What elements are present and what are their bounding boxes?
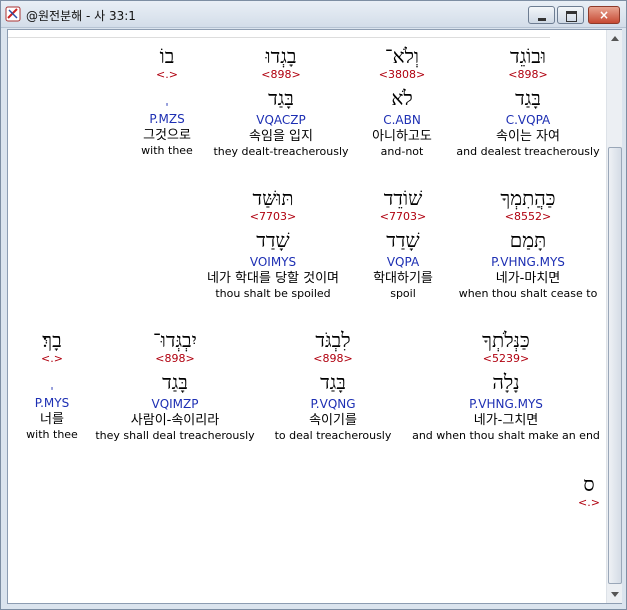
title-bar[interactable]: @원전분해 - 사 33:1 × xyxy=(1,1,626,28)
morphology-code: P.VHNG.MYS xyxy=(491,255,565,269)
korean-gloss: 아니하고도 xyxy=(372,129,432,144)
top-divider xyxy=(8,30,606,38)
strong-number[interactable]: <898> xyxy=(268,352,398,366)
korean-gloss: 속이는 자여 xyxy=(496,129,560,144)
scroll-up-icon[interactable] xyxy=(607,31,623,47)
word-cell[interactable]: וּבוֹגֵד <898> בָּגַד C.VQPA 속이는 자여 and … xyxy=(446,44,610,159)
hebrew-word: כַּנְּלֹתְךָ xyxy=(482,328,530,352)
hebrew-word: וְלֹא־ xyxy=(384,44,420,68)
close-button[interactable]: × xyxy=(588,6,620,24)
english-gloss: to deal treacherously xyxy=(274,429,392,442)
word-cell[interactable]: וְלֹא־ <3808> לֹא C.ABN 아니하고도 and-not xyxy=(342,44,462,159)
morphology-code: C.ABN xyxy=(383,113,421,127)
strong-number[interactable]: <898> xyxy=(446,68,610,82)
lemma: שָׁדַד xyxy=(386,228,420,252)
hebrew-word: וּבוֹגֵד xyxy=(509,44,547,68)
lemma: בָּגַד xyxy=(268,86,294,110)
morphology-code: P.VHNG.MYS xyxy=(469,397,543,411)
morphology-code: P.VQNG xyxy=(310,397,356,411)
strong-number[interactable]: <7703> xyxy=(348,210,458,224)
app-icon xyxy=(5,6,21,22)
app-window: @원전분해 - 사 33:1 × וּבוֹגֵד <898> בָּגַד C… xyxy=(0,0,627,610)
english-gloss: spoil xyxy=(390,287,416,300)
hebrew-word: כַּהֲתִמְךָ xyxy=(500,186,556,210)
morphology-code: C.VQPA xyxy=(505,113,551,127)
english-gloss: and dealest treacherously xyxy=(456,145,600,158)
close-icon: × xyxy=(598,8,610,22)
strong-number[interactable]: <.> xyxy=(20,352,84,366)
english-gloss: with thee xyxy=(141,144,193,157)
word-cell[interactable]: בָגְדוּ <898> בָּגַד VQACZP 속임을 입지 they … xyxy=(206,44,356,159)
strong-number[interactable]: <3808> xyxy=(342,68,462,82)
hebrew-word: ס xyxy=(583,472,595,496)
strong-number[interactable]: <7703> xyxy=(188,210,358,224)
scrollbar-thumb[interactable] xyxy=(608,147,622,584)
english-gloss: when thou shalt cease to xyxy=(458,287,598,300)
window-title: @원전분해 - 사 33:1 xyxy=(26,9,136,23)
minimize-button[interactable] xyxy=(528,6,555,24)
hebrew-word: בָךְ׃ xyxy=(42,328,62,352)
korean-gloss: 네가 학대를 당할 것이며 xyxy=(207,271,339,286)
lemma: נָלָה xyxy=(492,370,520,394)
lemma: בָּגַד xyxy=(515,86,541,110)
morphology-code: P.MZS xyxy=(149,112,185,126)
hebrew-word: לִבְגֹּד xyxy=(315,328,351,352)
lemma: בָּגַד xyxy=(162,370,188,394)
strong-number[interactable]: <8552> xyxy=(446,210,610,224)
strong-number[interactable]: <5239> xyxy=(406,352,606,366)
english-gloss: and when thou shalt make an end xyxy=(412,429,600,442)
morphology-code: P.MYS xyxy=(34,396,70,410)
strong-number[interactable]: <898> xyxy=(90,352,260,366)
word-cell[interactable]: תּוּשַּׁד <7703> שָׁדַד VOIMYS 네가 학대를 당할… xyxy=(188,186,358,301)
korean-gloss: 네가-마치면 xyxy=(495,271,561,286)
word-cell[interactable]: ס <.> xyxy=(574,472,604,510)
korean-gloss: 사람이-속이리라 xyxy=(130,413,220,428)
scroll-down-icon[interactable] xyxy=(607,586,623,602)
korean-gloss: 학대하기를 xyxy=(373,271,433,286)
lemma: בָּגַד xyxy=(320,370,346,394)
morphology-code: VQIMZP xyxy=(151,397,199,411)
word-cell[interactable]: בוֹ <.> ' P.MZS 그것으로 with thee xyxy=(132,44,202,158)
morphology-code: VQPA xyxy=(386,255,420,269)
english-gloss: thou shalt be spoiled xyxy=(215,287,331,300)
word-cell[interactable]: שׁוֹדֵד <7703> שָׁדַד VQPA 학대하기를 spoil xyxy=(348,186,458,301)
vertical-scrollbar[interactable] xyxy=(606,30,622,603)
tick-mark: ' xyxy=(50,385,54,398)
hebrew-word: בוֹ xyxy=(159,44,175,68)
morphology-code: VOIMYS xyxy=(249,255,297,269)
lemma: לֹא xyxy=(391,86,413,110)
strong-number[interactable]: <.> xyxy=(574,496,604,510)
top-strip-blank xyxy=(550,30,606,39)
morphology-code: VQACZP xyxy=(256,113,306,127)
lemma: שָׁדַד xyxy=(256,228,290,252)
korean-gloss: 네가-그치면 xyxy=(473,413,539,428)
english-gloss: they shall deal treacherously xyxy=(95,429,255,442)
word-cell[interactable]: לִבְגֹּד <898> בָּגַד P.VQNG 속이기를 to dea… xyxy=(268,328,398,443)
strong-number[interactable]: <.> xyxy=(132,68,202,82)
hebrew-word: תּוּשַּׁד xyxy=(252,186,294,210)
verse-analysis-pane[interactable]: וּבוֹגֵד <898> בָּגַד C.VQPA 속이는 자여 and … xyxy=(7,29,622,604)
korean-gloss: 속이기를 xyxy=(309,413,357,428)
strong-number[interactable]: <898> xyxy=(206,68,356,82)
word-cell[interactable]: כַּהֲתִמְךָ <8552> תָּמַם P.VHNG.MYS 네가-… xyxy=(446,186,610,301)
lemma: תָּמַם xyxy=(509,228,547,252)
korean-gloss: 속임을 입지 xyxy=(249,129,313,144)
english-gloss: and-not xyxy=(380,145,424,158)
word-cell[interactable]: כַּנְּלֹתְךָ <5239> נָלָה P.VHNG.MYS 네가-… xyxy=(406,328,606,443)
word-cell[interactable]: יִבְגְּדוּ־ <898> בָּגַד VQIMZP 사람이-속이리라… xyxy=(90,328,260,443)
word-cell[interactable]: בָךְ׃ <.> ' P.MYS 너를 with thee xyxy=(20,328,84,442)
english-gloss: they dealt-treacherously xyxy=(213,145,349,158)
korean-gloss: 너를 xyxy=(40,412,64,427)
hebrew-word: שׁוֹדֵד xyxy=(383,186,423,210)
maximize-button[interactable] xyxy=(557,6,584,24)
english-gloss: with thee xyxy=(26,428,78,441)
korean-gloss: 그것으로 xyxy=(143,128,191,143)
hebrew-word: בָגְדוּ xyxy=(265,44,297,68)
hebrew-word: יִבְגְּדוּ־ xyxy=(153,328,197,352)
tick-mark: ' xyxy=(165,101,169,114)
